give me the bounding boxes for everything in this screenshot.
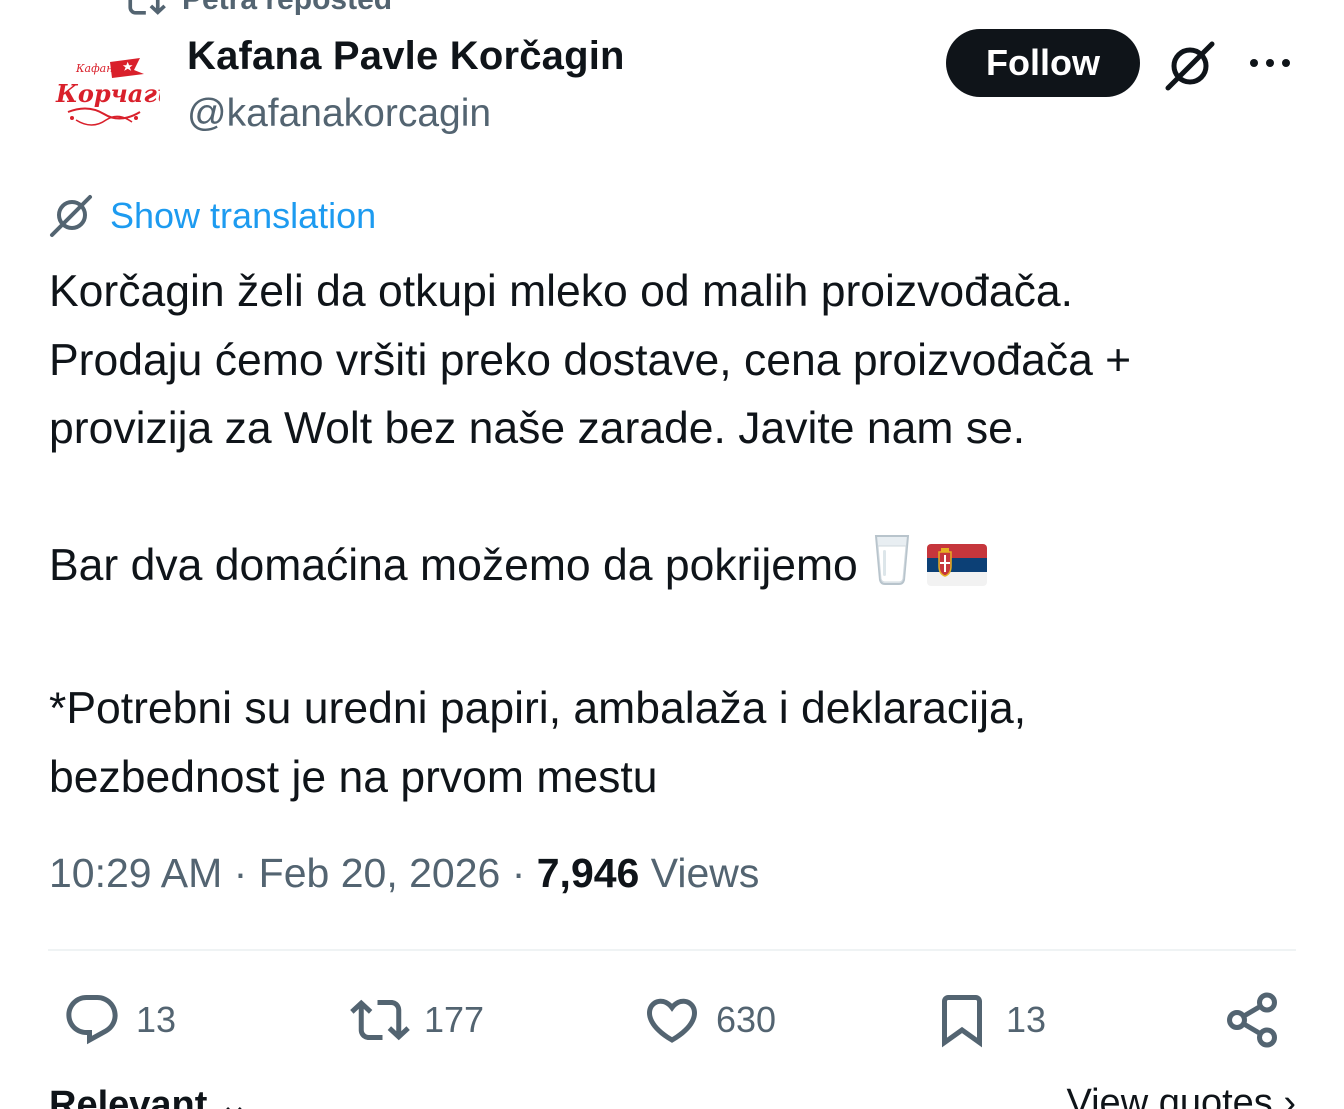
tweet-date[interactable]: Feb 20, 2026	[259, 850, 501, 896]
separator: ·	[222, 850, 259, 896]
bookmark-count: 13	[1006, 999, 1047, 1040]
separator: ·	[500, 850, 537, 896]
tweet-line: Bar dva domaćina možemo da pokrijemo	[49, 541, 858, 590]
bookmark-button[interactable]: 13	[932, 990, 1046, 1050]
repost-banner-text: Petra reposted	[182, 0, 392, 17]
like-button[interactable]: 630	[642, 990, 776, 1050]
share-button[interactable]	[1222, 990, 1282, 1050]
chevron-right-icon: ›	[1283, 1082, 1296, 1109]
tweet-line-with-emoji: Bar dva domaćina možemo da pokrijemo	[49, 532, 1309, 607]
author-name[interactable]: Kafana Pavle Korčagin	[187, 34, 625, 79]
repost-icon	[128, 0, 166, 15]
sort-dropdown[interactable]: Relevant ⌄	[49, 1082, 250, 1109]
tweet-time[interactable]: 10:29 AM	[49, 850, 222, 896]
tweet-line: Korčagin želi da otkupi mleko od malih p…	[49, 267, 1074, 316]
bookmark-icon	[942, 995, 982, 1048]
grok-icon[interactable]	[1162, 38, 1218, 94]
tweet-line: Prodaju ćemo vršiti preko dostave, cena …	[49, 335, 1132, 385]
author-handle[interactable]: @kafanakorcagin	[187, 92, 491, 136]
avatar[interactable]: Кафана Корчагин	[48, 40, 160, 152]
serbia-flag-emoji	[926, 538, 987, 607]
show-translation-label: Show translation	[110, 195, 377, 236]
grok-icon	[50, 195, 92, 237]
more-icon[interactable]	[1247, 50, 1293, 76]
share-icon	[1227, 992, 1277, 1048]
repost-count: 177	[424, 999, 485, 1040]
svg-text:Корчагин: Корчагин	[55, 79, 160, 108]
glass-of-milk-emoji	[870, 532, 914, 607]
views-count: 7,946	[536, 850, 640, 896]
divider	[48, 949, 1296, 951]
tweet-line: provizija za Wolt bez naše zarade. Javit…	[49, 404, 1026, 453]
chevron-down-icon: ⌄	[217, 1084, 250, 1109]
like-count: 630	[716, 999, 777, 1040]
tweet-detail: Petra reposted Кафана Корчагин Kafana Pa…	[0, 0, 1344, 1109]
tweet-line: *Potrebni su uredni papiri, ambalaža i d…	[49, 684, 1027, 733]
svg-text:Кафана: Кафана	[75, 62, 120, 75]
show-translation-link[interactable]: Show translation	[48, 193, 376, 239]
views-label: Views	[639, 850, 760, 896]
repost-button[interactable]: 177	[350, 990, 484, 1050]
korcagin-logo: Кафана Корчагин	[48, 40, 160, 152]
repost-icon	[350, 999, 410, 1041]
heart-icon	[646, 998, 698, 1043]
tweet-text: Korčagin želi da otkupi mleko od malih p…	[49, 258, 1309, 812]
reply-button[interactable]: 13	[62, 990, 176, 1050]
tweet-line: bezbednost je na prvom mestu	[49, 752, 658, 802]
tweet-meta: 10:29 AM · Feb 20, 2026 · 7,946 Views	[49, 850, 759, 897]
sort-label: Relevant	[49, 1084, 208, 1109]
reply-icon	[66, 995, 118, 1045]
follow-button[interactable]: Follow	[946, 29, 1140, 97]
view-quotes-label: View quotes	[1066, 1082, 1273, 1109]
reply-count: 13	[136, 999, 177, 1040]
view-quotes-link[interactable]: View quotes ›	[1066, 1082, 1296, 1109]
repost-banner[interactable]: Petra reposted	[122, 0, 392, 22]
